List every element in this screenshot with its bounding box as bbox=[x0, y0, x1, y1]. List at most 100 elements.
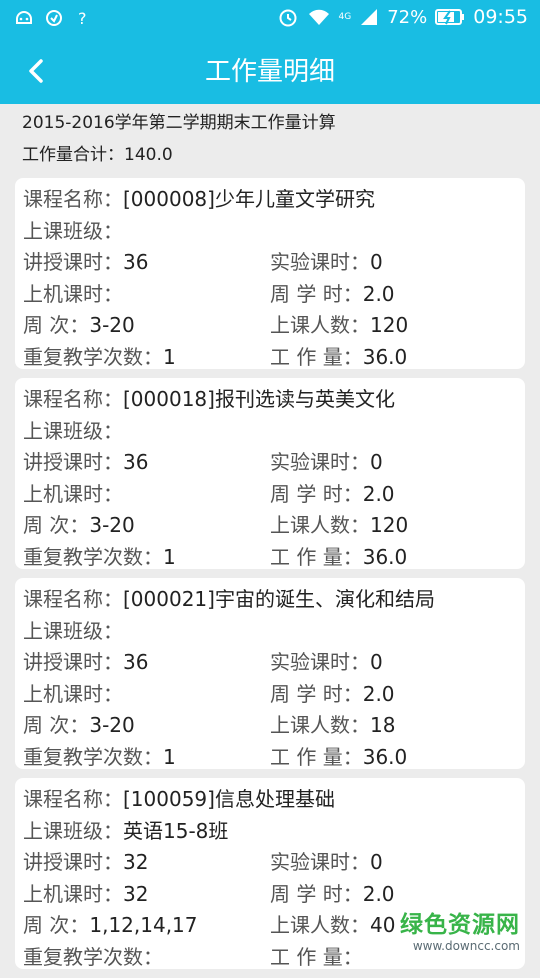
field-name: 课程名称：[000018]报刊选读与英美文化 bbox=[23, 384, 395, 416]
course-field-row: 周 次：3-20 上课人数：120 bbox=[23, 510, 525, 542]
battery-percent: 72% bbox=[387, 6, 428, 28]
field-value: 2.0 bbox=[362, 281, 395, 306]
total-workload: 工作量合计：140.0 bbox=[22, 142, 522, 174]
course-field-row: 上课班级： bbox=[23, 216, 525, 248]
field-value: [000021]宇宙的诞生、演化和结局 bbox=[123, 587, 435, 611]
android-debug-icon bbox=[16, 11, 32, 24]
field-weekly: 周 学 时：2.0 bbox=[270, 879, 395, 911]
field-label: 上课班级： bbox=[23, 218, 123, 243]
field-label: 上课人数： bbox=[270, 713, 370, 737]
course-card[interactable]: 课程名称：[000021]宇宙的诞生、演化和结局 上课班级： 讲授课时：36 实验课时… bbox=[15, 578, 525, 769]
field-label: 讲授课时： bbox=[23, 450, 123, 474]
course-field-row: 上机课时： 周 学 时：2.0 bbox=[23, 679, 525, 711]
field-weeks: 周 次：1,12,14,17 bbox=[23, 910, 198, 942]
field-label: 上课班级： bbox=[23, 418, 123, 443]
field-label: 上机课时： bbox=[23, 681, 123, 706]
field-value: 0 bbox=[370, 450, 383, 474]
field-value: 2.0 bbox=[362, 881, 395, 906]
field-label: 课程名称： bbox=[23, 187, 123, 211]
field-label: 上课人数： bbox=[270, 513, 370, 537]
field-value: 36.0 bbox=[362, 344, 408, 369]
field-label: 重复教学次数： bbox=[23, 944, 163, 969]
field-value: 3-20 bbox=[89, 313, 135, 337]
course-field-row: 上机课时： 周 学 时：2.0 bbox=[23, 279, 525, 311]
field-value: 40 bbox=[370, 913, 396, 937]
course-card[interactable]: 课程名称：[000008]少年儿童文学研究 上课班级： 讲授课时：36 实验课时：0 上… bbox=[15, 178, 525, 369]
field-workload: 工 作 量： bbox=[270, 942, 363, 974]
field-lecture: 讲授课时：36 bbox=[23, 247, 148, 279]
course-field-row: 重复教学次数：1 工 作 量：36.0 bbox=[23, 342, 525, 374]
field-label: 上机课时： bbox=[23, 481, 123, 506]
field-students: 上课人数：18 bbox=[270, 710, 395, 742]
page-title: 工作量明细 bbox=[204, 57, 335, 87]
field-workload: 工 作 量：36.0 bbox=[270, 342, 407, 374]
field-label: 上课班级： bbox=[23, 818, 123, 843]
course-field-row: 上课班级： bbox=[23, 616, 525, 648]
field-value: 3-20 bbox=[89, 513, 135, 537]
field-lecture: 讲授课时：32 bbox=[23, 847, 148, 879]
field-label: 上机课时： bbox=[23, 881, 123, 906]
field-label: 上机课时： bbox=[23, 281, 123, 306]
course-field-row: 讲授课时：36 实验课时：0 bbox=[23, 247, 525, 279]
total-value: 140.0 bbox=[124, 145, 173, 165]
field-label: 周 次： bbox=[23, 713, 90, 737]
field-weeks: 周 次：3-20 bbox=[23, 510, 135, 542]
field-label: 重复教学次数： bbox=[23, 744, 163, 769]
signal-icon bbox=[361, 9, 378, 25]
course-field-row: 上课班级： bbox=[23, 416, 525, 448]
field-value: 36.0 bbox=[362, 744, 408, 769]
field-repeat: 重复教学次数：1 bbox=[23, 742, 176, 774]
field-value: 18 bbox=[370, 713, 396, 737]
field-label: 周 次： bbox=[23, 313, 90, 337]
field-label: 上课人数： bbox=[270, 313, 370, 337]
field-repeat: 重复教学次数：1 bbox=[23, 542, 176, 574]
field-name: 课程名称：[000021]宇宙的诞生、演化和结局 bbox=[23, 584, 435, 616]
status-left-icons: ? bbox=[14, 8, 92, 28]
course-card[interactable]: 课程名称：[000018]报刊选读与英美文化 上课班级： 讲授课时：36 实验课时：0… bbox=[15, 378, 525, 569]
field-value: 32 bbox=[123, 850, 149, 874]
field-repeat: 重复教学次数：1 bbox=[23, 342, 176, 374]
field-value: 120 bbox=[370, 513, 409, 537]
field-label: 课程名称： bbox=[23, 387, 123, 411]
field-class: 上课班级： bbox=[23, 416, 123, 448]
term-label: 2015-2016学年第二学期期末工作量计算 bbox=[22, 113, 336, 133]
field-value: 2.0 bbox=[362, 681, 395, 706]
course-list[interactable]: 课程名称：[000008]少年儿童文学研究 上课班级： 讲授课时：36 实验课时：0 上… bbox=[15, 178, 525, 978]
field-students: 上课人数：40 bbox=[270, 910, 395, 942]
field-value: 1,12,14,17 bbox=[89, 913, 198, 937]
field-value: 3-20 bbox=[89, 713, 135, 737]
field-computer: 上机课时： bbox=[23, 479, 123, 511]
field-label: 上课班级： bbox=[23, 618, 123, 643]
status-bar: ? 4G 72% 09:55 bbox=[0, 0, 540, 38]
course-field-row: 周 次：3-20 上课人数：18 bbox=[23, 710, 525, 742]
field-class: 上课班级： bbox=[23, 616, 123, 648]
total-label: 工作量合计： bbox=[22, 145, 124, 165]
field-label: 实验课时： bbox=[270, 450, 370, 474]
field-computer: 上机课时： bbox=[23, 679, 123, 711]
unknown-network-icon: ? bbox=[78, 9, 87, 28]
field-label: 讲授课时： bbox=[23, 850, 123, 874]
alarm-icon bbox=[279, 9, 297, 27]
field-lecture: 讲授课时：36 bbox=[23, 447, 148, 479]
course-field-row: 讲授课时：32 实验课时：0 bbox=[23, 847, 525, 879]
field-value: 2.0 bbox=[362, 481, 395, 506]
field-weekly: 周 学 时：2.0 bbox=[270, 479, 395, 511]
field-value: 36 bbox=[123, 250, 149, 274]
field-label: 重复教学次数： bbox=[23, 544, 163, 569]
field-workload: 工 作 量：36.0 bbox=[270, 542, 407, 574]
field-class: 上课班级： bbox=[23, 216, 123, 248]
clock: 09:55 bbox=[473, 6, 528, 28]
field-label: 工 作 量： bbox=[270, 344, 363, 369]
watermark-brand: 绿色资源网 bbox=[400, 912, 520, 938]
field-value: 36 bbox=[123, 650, 149, 674]
field-value: 120 bbox=[370, 313, 409, 337]
field-weeks: 周 次：3-20 bbox=[23, 310, 135, 342]
field-value: 0 bbox=[370, 250, 383, 274]
watermark-url: www.downcc.com bbox=[412, 939, 520, 953]
app-bar: 工作量明细 bbox=[0, 38, 540, 104]
field-label: 实验课时： bbox=[270, 250, 370, 274]
course-field-row: 上课班级：英语15-8班 bbox=[23, 816, 525, 848]
field-label: 实验课时： bbox=[270, 850, 370, 874]
field-workload: 工 作 量：36.0 bbox=[270, 742, 407, 774]
field-label: 周 学 时： bbox=[270, 881, 363, 906]
